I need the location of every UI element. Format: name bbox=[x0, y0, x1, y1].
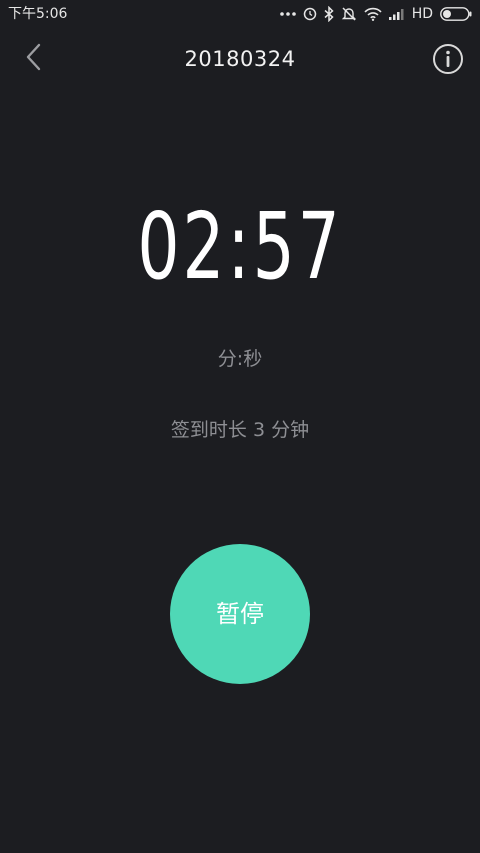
timer-unit-label: 分:秒 bbox=[217, 348, 263, 370]
page-title: 20180324 bbox=[184, 47, 296, 71]
more-dots-icon bbox=[279, 11, 296, 17]
info-icon bbox=[432, 44, 464, 79]
pause-button[interactable]: 暂停 bbox=[170, 544, 310, 684]
timer-display: 02:57 bbox=[137, 193, 343, 300]
header: 20180324 bbox=[0, 28, 480, 90]
info-button[interactable] bbox=[432, 43, 464, 75]
status-time: 下午5:06 bbox=[8, 6, 68, 22]
pause-button-label: 暂停 bbox=[216, 600, 264, 628]
timer-screen: 下午5:06 HD 20180324 02:57 分:秒 签到时长 3 分钟 暂… bbox=[0, 0, 480, 853]
battery-icon bbox=[440, 7, 472, 21]
network-label: HD bbox=[411, 6, 433, 22]
status-bar: 下午5:06 HD bbox=[0, 0, 480, 28]
checkin-duration-text: 签到时长 3 分钟 bbox=[170, 419, 310, 441]
bluetooth-icon bbox=[324, 6, 334, 22]
wifi-icon bbox=[364, 7, 382, 21]
signal-icon bbox=[388, 8, 405, 20]
status-icons: HD bbox=[279, 4, 472, 24]
alarm-icon bbox=[303, 7, 317, 21]
mute-icon bbox=[341, 6, 357, 22]
